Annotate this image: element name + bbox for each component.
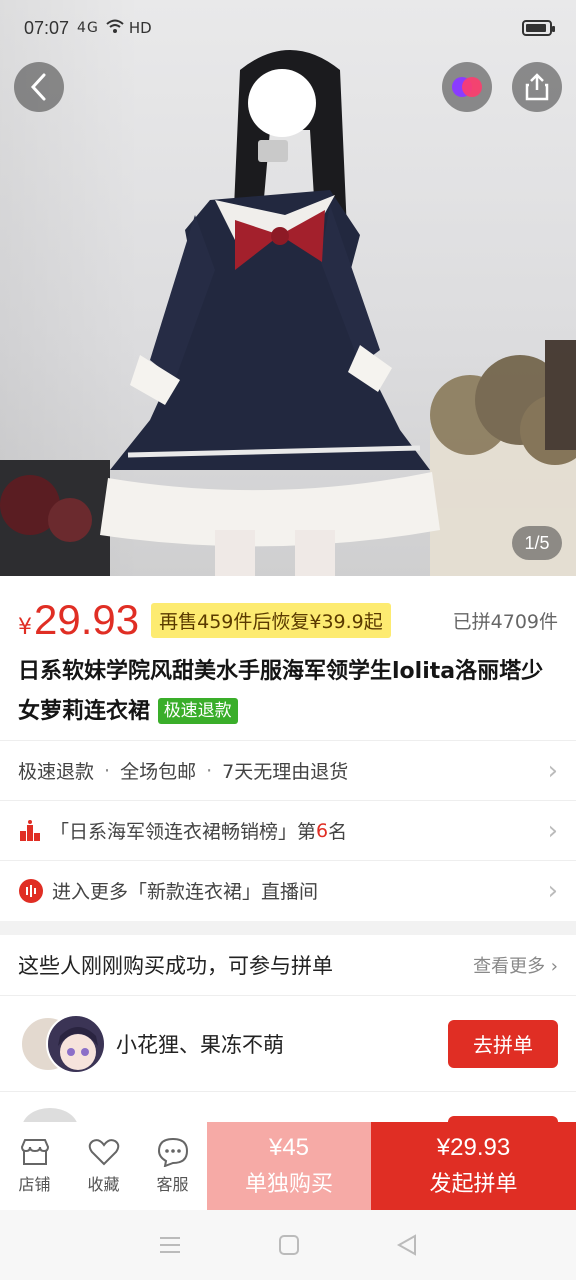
promo-badge: 再售459件后恢复¥39.9起 bbox=[151, 602, 391, 638]
store-button[interactable]: 店铺 bbox=[0, 1122, 69, 1210]
product-image-gallery[interactable]: 07:07 4G HD 1/5 bbox=[0, 0, 576, 576]
menu-icon[interactable] bbox=[158, 1234, 182, 1256]
group-member-names: 小花狸、果冻不萌 bbox=[116, 1032, 284, 1057]
price-row: ¥ 29.93 再售459件后恢复¥39.9起 已拼4709件 bbox=[0, 592, 576, 648]
product-title-text: 日系软妹学院风甜美水手服海军领学生lolita洛丽塔少女萝莉连衣裙 bbox=[18, 659, 544, 724]
customer-service-label: 客服 bbox=[156, 1175, 189, 1194]
services-row[interactable]: 极速退款 · 全场包邮 · 7天无理由退货 › bbox=[0, 740, 576, 800]
live-icon bbox=[19, 878, 43, 903]
wifi-icon bbox=[105, 18, 125, 39]
status-bar: 07:07 4G HD bbox=[0, 0, 576, 56]
system-nav-bar bbox=[0, 1210, 576, 1280]
start-group-buy-button[interactable]: ¥29.93 发起拼单 bbox=[371, 1122, 576, 1210]
currency-symbol: ¥ bbox=[18, 614, 32, 640]
section-divider bbox=[0, 921, 576, 935]
group-buy-item bbox=[0, 1091, 576, 1123]
favorite-button[interactable]: 收藏 bbox=[69, 1122, 138, 1210]
chevron-right-icon: › bbox=[547, 875, 558, 906]
store-label: 店铺 bbox=[18, 1175, 51, 1194]
group-buy-price: ¥29.93 bbox=[436, 1134, 511, 1161]
view-more-link[interactable]: 查看更多 › bbox=[473, 952, 558, 978]
favorite-label: 收藏 bbox=[87, 1175, 120, 1194]
ranking-prefix: 「日系海军领连衣裙畅销榜」第 bbox=[50, 821, 317, 843]
group-buy-item: 小花狸、果冻不萌 去拼单 bbox=[0, 995, 576, 1091]
status-time: 07:07 bbox=[24, 17, 70, 38]
buy-alone-label: 单独购买 bbox=[244, 1172, 333, 1197]
network-label: HD bbox=[128, 19, 152, 37]
buy-alone-price: ¥45 bbox=[268, 1134, 310, 1161]
separator-dot: · bbox=[104, 759, 111, 782]
battery-icon bbox=[522, 20, 555, 36]
product-title: 日系软妹学院风甜美水手服海军领学生lolita洛丽塔少女萝莉连衣裙 极速退款 bbox=[18, 652, 558, 732]
mix-circles-icon bbox=[452, 77, 482, 97]
service-item: 全场包邮 bbox=[120, 761, 197, 783]
avatar bbox=[22, 1108, 78, 1123]
video-call-button[interactable] bbox=[442, 62, 492, 112]
group-buy-heading: 这些人刚刚购买成功，可参与拼单 bbox=[18, 954, 333, 978]
bottom-action-bar: 店铺 收藏 客服 ¥45 单独购买 ¥29.93 发起拼单 bbox=[0, 1122, 576, 1210]
share-button[interactable] bbox=[512, 62, 562, 112]
fast-refund-tag: 极速退款 bbox=[157, 698, 238, 724]
live-room-text: 进入更多「新款连衣裙」直播间 bbox=[52, 881, 319, 903]
ranking-number: 6 bbox=[316, 819, 329, 842]
back-triangle-icon[interactable] bbox=[396, 1234, 418, 1256]
signal-icon: 4G bbox=[77, 20, 99, 36]
service-item: 7天无理由退货 bbox=[222, 761, 349, 783]
store-icon bbox=[20, 1139, 49, 1165]
chevron-right-icon: › bbox=[547, 815, 558, 846]
home-icon[interactable] bbox=[278, 1234, 300, 1256]
service-item: 极速退款 bbox=[18, 761, 95, 783]
ranking-suffix: 名 bbox=[328, 821, 348, 843]
back-button[interactable] bbox=[14, 62, 64, 112]
live-room-row[interactable]: 进入更多「新款连衣裙」直播间 › bbox=[0, 860, 576, 920]
chevron-left-icon bbox=[30, 73, 46, 101]
chevron-right-icon: › bbox=[547, 755, 558, 786]
join-group-button[interactable]: 去拼单 bbox=[448, 1019, 558, 1068]
page-indicator: 1/5 bbox=[512, 526, 562, 560]
heart-icon bbox=[88, 1139, 119, 1166]
current-price: 29.93 bbox=[34, 596, 140, 643]
avatar-group bbox=[18, 1013, 108, 1074]
group-buy-header: 这些人刚刚购买成功，可参与拼单 查看更多 › bbox=[0, 935, 576, 995]
ranking-row[interactable]: 「日系海军领连衣裙畅销榜」第 6 名 › bbox=[0, 800, 576, 860]
sold-count: 已拼4709件 bbox=[452, 610, 558, 633]
avatar bbox=[46, 1013, 106, 1074]
buy-alone-button[interactable]: ¥45 单独购买 bbox=[207, 1122, 371, 1210]
separator-dot: · bbox=[206, 759, 213, 782]
share-icon bbox=[525, 73, 549, 101]
group-buy-label: 发起拼单 bbox=[429, 1172, 518, 1197]
chat-icon bbox=[157, 1137, 188, 1167]
customer-service-button[interactable]: 客服 bbox=[138, 1122, 207, 1210]
ranking-icon bbox=[20, 819, 40, 841]
